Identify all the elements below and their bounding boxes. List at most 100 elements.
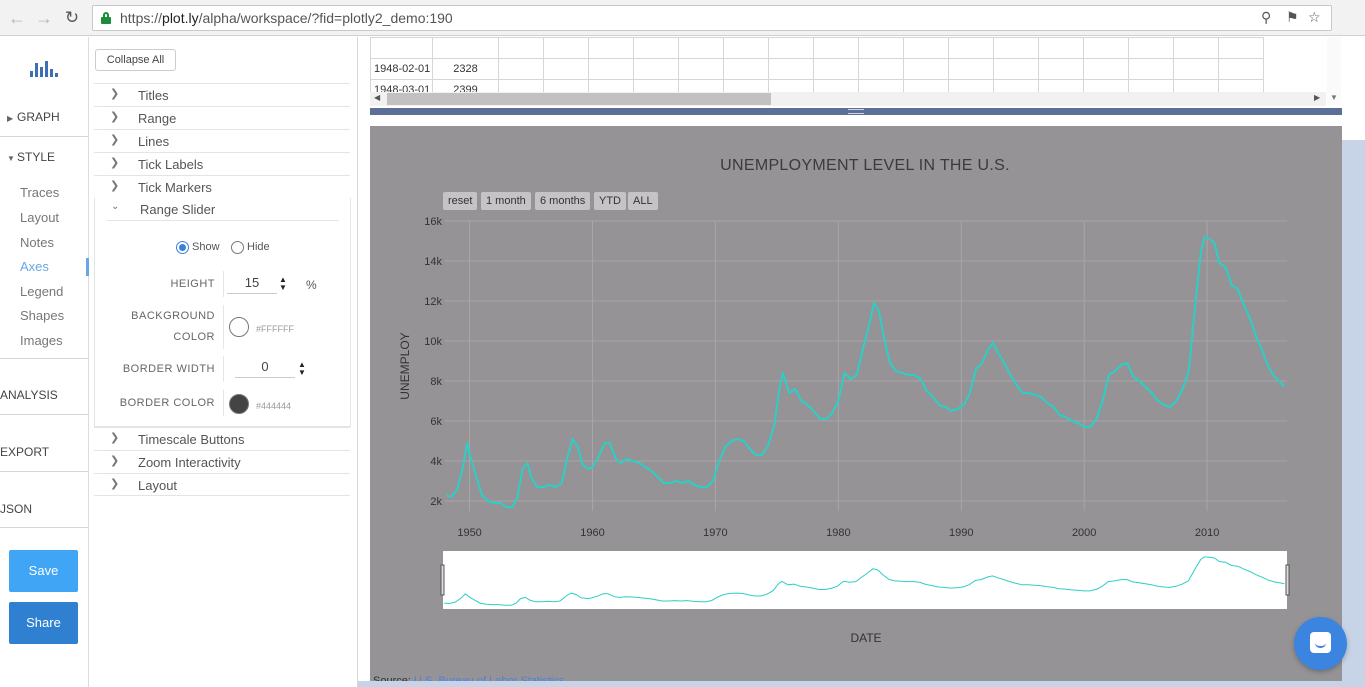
x-tick-label: 2010 <box>1195 527 1219 539</box>
background-color-swatch[interactable] <box>229 317 249 337</box>
range-button-6-months[interactable]: 6 months <box>535 192 591 210</box>
range-button-all[interactable]: ALL <box>628 192 658 210</box>
plot-area[interactable]: 2k 4k 6k 8k 10k 12k 14k 16k 1950 1960 1970 1980 1990… <box>370 126 1342 687</box>
range-button-reset[interactable]: reset <box>443 192 478 210</box>
nav-export[interactable]: EXPORT <box>0 445 89 459</box>
chevron-right-icon: ❯ <box>110 134 120 146</box>
caret-right-icon: ▶ <box>7 114 14 123</box>
save-button[interactable]: Save <box>9 550 78 592</box>
url-path: /alpha/workspace/?fid=plotly2_demo:190 <box>198 10 453 26</box>
nav-images[interactable]: Images <box>20 333 63 348</box>
url-host: plot.ly <box>162 10 199 26</box>
url-scheme: https:// <box>120 10 163 26</box>
nav-style-label: STYLE <box>17 150 56 164</box>
x-tick-label: 2000 <box>1072 527 1096 539</box>
table-row[interactable] <box>370 37 1264 59</box>
date-cell[interactable]: 1948-02-01 <box>370 58 433 80</box>
chart-title: UNEMPLOYMENT LEVEL IN THE U.S. <box>720 157 1010 174</box>
active-indicator <box>86 258 89 276</box>
nav-layout[interactable]: Layout <box>20 210 59 225</box>
chevron-right-icon: ❯ <box>110 478 120 490</box>
show-radio[interactable] <box>176 241 189 254</box>
date-cell[interactable]: 1948-03-01 <box>370 79 433 92</box>
y-tick-label: 10k <box>424 336 442 348</box>
caret-down-icon: ▼ <box>7 154 15 163</box>
chat-launcher-button[interactable] <box>1294 617 1347 670</box>
nav-legend[interactable]: Legend <box>20 284 63 299</box>
section-tick-markers[interactable]: ❯ Tick Markers <box>94 175 350 198</box>
nav-analysis[interactable]: ANALYSIS <box>0 388 89 402</box>
vertical-scrollbar[interactable]: ▼ <box>1327 37 1341 105</box>
nav-json[interactable]: JSON <box>0 502 89 516</box>
forward-arrow-icon[interactable]: → <box>33 7 55 29</box>
table-row[interactable]: 1948-03-01 2399 <box>370 79 1264 92</box>
border-color-swatch[interactable] <box>229 394 249 414</box>
border-width-input[interactable]: 0 <box>235 358 295 378</box>
back-arrow-icon[interactable]: ← <box>6 7 28 29</box>
range-slider[interactable] <box>443 551 1287 609</box>
pane-resize-handle[interactable] <box>370 108 1342 115</box>
chevron-down-icon: ⌄ <box>111 201 120 212</box>
hide-radio[interactable] <box>231 241 244 254</box>
value-cell[interactable]: 2399 <box>432 79 499 92</box>
x-tick-label: 1970 <box>703 527 727 539</box>
share-button[interactable]: Share <box>9 602 78 644</box>
chevron-right-icon: ❯ <box>110 180 120 192</box>
border-width-label: BORDER WIDTH <box>122 363 215 375</box>
nav-axes[interactable]: Axes <box>20 259 49 274</box>
x-axis-label: DATE <box>850 631 881 645</box>
range-slider-title: Range Slider <box>140 202 216 217</box>
section-lines[interactable]: ❯ Lines <box>94 129 350 152</box>
plotly-logo-icon[interactable] <box>30 57 60 77</box>
chart-svg[interactable]: 2k 4k 6k 8k 10k 12k 14k 16k 1950 1960 1970 1980 1990… <box>370 126 1342 687</box>
range-button-ytd[interactable]: YTD <box>594 192 626 210</box>
section-range[interactable]: ❯ Range <box>94 106 350 129</box>
nav-graph-label: GRAPH <box>17 110 60 124</box>
chevron-right-icon: ❯ <box>110 88 120 100</box>
lock-icon <box>101 12 111 24</box>
range-slider-section: ⌄ Range Slider Show Hide HEIGHT 15 ▲ ▼ % B… <box>94 198 351 427</box>
address-bar[interactable]: https://plot.ly/alpha/workspace/?fid=plo… <box>92 5 1332 31</box>
bookmark-star-icon[interactable]: ☆ <box>1308 9 1321 26</box>
hide-label: Hide <box>247 241 270 253</box>
section-layout[interactable]: ❯ Layout <box>94 473 350 496</box>
range-slider-header[interactable]: ⌄ Range Slider <box>107 198 339 221</box>
section-label: Tick Markers <box>138 180 212 195</box>
collapse-all-button[interactable]: Collapse All <box>95 49 176 71</box>
value-cell[interactable]: 2328 <box>432 58 499 80</box>
nav-shapes[interactable]: Shapes <box>20 308 64 323</box>
nav-notes[interactable]: Notes <box>20 235 54 250</box>
x-tick-label: 1950 <box>457 527 481 539</box>
reload-icon[interactable]: ↻ <box>61 7 83 29</box>
scroll-right-icon[interactable]: ▶ <box>1314 93 1320 102</box>
height-stepper-icon[interactable]: ▲ ▼ <box>279 276 287 292</box>
section-timescale-buttons[interactable]: ❯ Timescale Buttons <box>94 427 350 450</box>
nav-graph[interactable]: ▶ GRAPH <box>0 110 89 124</box>
horizontal-scrollbar[interactable]: ◀ ▶ <box>370 92 1326 106</box>
height-input[interactable]: 15 <box>227 274 277 294</box>
border-color-label: BORDER COLOR <box>119 397 215 409</box>
section-tick-labels[interactable]: ❯ Tick Labels <box>94 152 350 175</box>
section-titles[interactable]: ❯ Titles <box>94 83 350 106</box>
scrollbar-thumb[interactable] <box>387 93 771 105</box>
table-row[interactable]: 1948-02-01 2328 <box>370 58 1264 80</box>
chevron-right-icon: ❯ <box>110 432 120 444</box>
zoom-icon[interactable]: ⚲ <box>1261 9 1271 26</box>
extension-icon[interactable]: ⚑ <box>1286 9 1299 26</box>
left-navigation: ▶ GRAPH ▼ STYLE Traces Layout Notes Axes L… <box>0 37 89 687</box>
section-zoom-interactivity[interactable]: ❯ Zoom Interactivity <box>94 450 350 473</box>
range-button-1-month[interactable]: 1 month <box>481 192 531 210</box>
chat-bubble-icon <box>1310 632 1331 653</box>
section-label: Layout <box>138 478 178 493</box>
background-label-1: BACKGROUND <box>131 310 215 322</box>
nav-traces[interactable]: Traces <box>20 185 59 200</box>
range-slider-right-handle[interactable] <box>1285 564 1290 596</box>
scroll-left-icon[interactable]: ◀ <box>374 93 380 102</box>
range-slider-left-handle[interactable] <box>440 564 445 596</box>
border-width-stepper-icon[interactable]: ▲ ▼ <box>298 361 306 377</box>
data-grid[interactable]: 1948-02-01 2328 1948-03-01 2399 <box>370 37 1326 92</box>
y-axis-label: UNEMPLOY <box>398 332 412 399</box>
nav-style[interactable]: ▼ STYLE <box>0 150 89 164</box>
height-label: HEIGHT <box>170 278 215 290</box>
series-line[interactable] <box>445 236 1286 508</box>
